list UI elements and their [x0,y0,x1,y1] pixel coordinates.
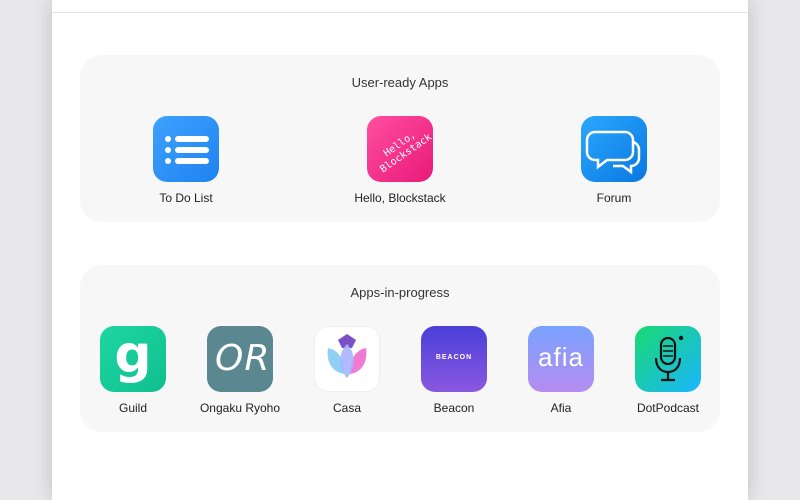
section-title: Apps-in-progress [350,285,450,300]
section-title: User-ready Apps [351,75,449,90]
app-label[interactable]: DotPodcast [608,401,728,415]
app-label[interactable]: Forum [554,191,674,205]
forum-icon[interactable] [581,116,647,182]
app-label[interactable]: Casa [287,401,407,415]
app-tile-forum[interactable]: Forum [554,116,674,205]
app-label[interactable]: Afia [501,401,621,415]
app-tile-ongaku-ryoho[interactable]: OR Ongaku Ryoho [180,326,300,415]
todo-list-icon[interactable] [153,116,219,182]
app-tile-dotpodcast[interactable]: DotPodcast [608,326,728,415]
app-tile-guild[interactable]: g Guild [73,326,193,415]
top-bar [52,0,748,13]
hello-blockstack-icon[interactable]: Hello, Blockstack [367,116,433,182]
microphone-icon[interactable] [635,326,701,392]
beacon-icon[interactable]: BEACON [421,326,487,392]
app-label[interactable]: Ongaku Ryoho [180,401,300,415]
app-label[interactable]: Guild [73,401,193,415]
apps-in-progress-section: Apps-in-progress g Guild OR Ongaku Ryoho [80,265,720,432]
app-label[interactable]: Beacon [394,401,514,415]
guild-icon[interactable]: g [100,326,166,392]
app-tile-casa[interactable]: Casa [287,326,407,415]
app-tile-hello-blockstack[interactable]: Hello, Blockstack Hello, Blockstack [340,116,460,205]
app-window: User-ready Apps To Do List Hello, Blocks… [52,0,748,500]
icon-text: afia [538,342,584,372]
app-tile-todo-list[interactable]: To Do List [126,116,246,205]
app-label[interactable]: To Do List [126,191,246,205]
ongaku-ryoho-icon[interactable]: OR [207,326,273,392]
app-label[interactable]: Hello, Blockstack [340,191,460,205]
user-ready-apps-section: User-ready Apps To Do List Hello, Blocks… [80,55,720,222]
icon-text: BEACON [435,354,473,361]
icon-text: g [114,326,152,385]
app-tile-afia[interactable]: afia Afia [501,326,621,415]
icon-text: OR [215,338,271,379]
afia-icon[interactable]: afia [528,326,594,392]
casa-tulip-icon[interactable] [314,326,380,392]
icon-text: Hello, Blockstack [378,129,433,176]
app-tile-beacon[interactable]: BEACON Beacon [394,326,514,415]
